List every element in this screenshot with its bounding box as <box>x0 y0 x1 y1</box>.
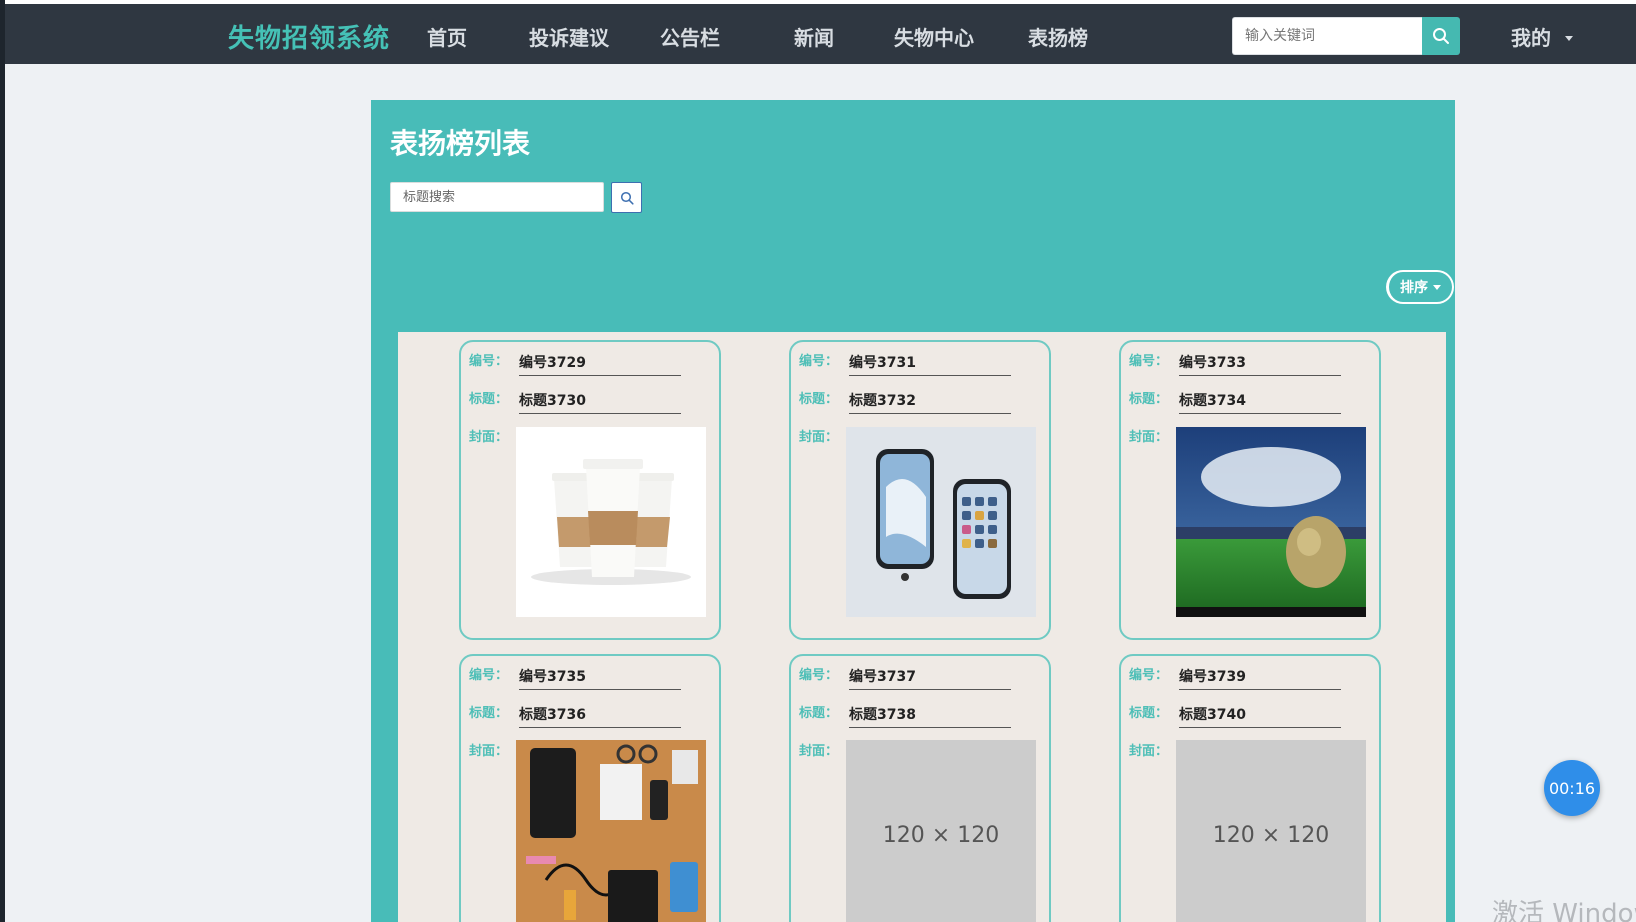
praise-card[interactable]: 编号： 编号3737 标题： 标题3738 封面： 120 × 120 <box>789 654 1051 922</box>
number-label: 编号： <box>799 668 839 683</box>
card-number: 编号3731 <box>849 352 1011 376</box>
praise-card[interactable]: 编号： 编号3729 标题： 标题3730 封面： <box>459 340 721 640</box>
cover-image-placeholder[interactable]: 120 × 120 <box>846 740 1036 922</box>
nav-search-group <box>1232 17 1466 55</box>
card-number: 编号3729 <box>519 352 681 376</box>
card-number-row: 编号： 编号3737 <box>799 664 1011 690</box>
praise-list-panel: 表扬榜列表 排序 编号： 编号3729 标题： 标题3730 封面： <box>371 100 1455 922</box>
cover-label: 封面： <box>1129 744 1169 759</box>
brand-logo[interactable]: 失物招领系统 <box>228 18 390 55</box>
card-number: 编号3733 <box>1179 352 1341 376</box>
card-title: 标题3740 <box>1179 704 1341 728</box>
card-title: 标题3734 <box>1179 390 1341 414</box>
title-search-button[interactable] <box>611 182 642 213</box>
number-label: 编号： <box>799 354 839 369</box>
sort-label: 排序 <box>1400 280 1428 296</box>
cover-label: 封面： <box>469 430 509 445</box>
card-number-row: 编号： 编号3739 <box>1129 664 1341 690</box>
card-cover-row: 封面： <box>469 426 519 445</box>
user-menu[interactable]: 我的 <box>1511 22 1573 51</box>
cover-image-desk-flatlay[interactable] <box>516 740 706 922</box>
card-number: 编号3739 <box>1179 666 1341 690</box>
top-navbar: 失物招领系统 首页 投诉建议 公告栏 新闻 失物中心 表扬榜 我的 <box>5 4 1636 64</box>
title-label: 标题： <box>1129 392 1169 407</box>
title-label: 标题： <box>469 706 509 721</box>
nav-search-button[interactable] <box>1422 17 1460 55</box>
card-cover-row: 封面： <box>1129 426 1179 445</box>
card-cover-row: 封面： <box>469 740 519 759</box>
card-title-row: 标题： 标题3732 <box>799 388 1011 414</box>
placeholder-text: 120 × 120 <box>1176 740 1366 922</box>
card-number-row: 编号： 编号3731 <box>799 350 1011 376</box>
card-cover-row: 封面： <box>799 426 849 445</box>
cover-label: 封面： <box>799 430 839 445</box>
nav-search-input[interactable] <box>1232 17 1422 55</box>
card-number-row: 编号： 编号3735 <box>469 664 681 690</box>
card-grid: 编号： 编号3729 标题： 标题3730 封面： 编号： 编号3731 标题：… <box>398 332 1446 922</box>
caret-down-icon <box>1433 284 1441 290</box>
timer-badge[interactable]: 00:16 <box>1544 760 1600 816</box>
number-label: 编号： <box>1129 668 1169 683</box>
caret-down-icon <box>1565 36 1573 41</box>
card-title-row: 标题： 标题3730 <box>469 388 681 414</box>
cover-image-coffee-cups[interactable] <box>516 427 706 617</box>
nav-lost-center[interactable]: 失物中心 <box>894 22 974 51</box>
user-menu-label: 我的 <box>1511 26 1551 50</box>
cover-label: 封面： <box>469 744 509 759</box>
card-number-row: 编号： 编号3729 <box>469 350 681 376</box>
card-title: 标题3738 <box>849 704 1011 728</box>
title-label: 标题： <box>1129 706 1169 721</box>
number-label: 编号： <box>469 354 509 369</box>
card-title: 标题3736 <box>519 704 681 728</box>
cover-label: 封面： <box>799 744 839 759</box>
praise-card[interactable]: 编号： 编号3733 标题： 标题3734 封面： <box>1119 340 1381 640</box>
praise-card[interactable]: 编号： 编号3731 标题： 标题3732 封面： <box>789 340 1051 640</box>
card-title-row: 标题： 标题3738 <box>799 702 1011 728</box>
nav-bulletin[interactable]: 公告栏 <box>660 22 720 51</box>
cover-image-stadium-ball[interactable] <box>1176 427 1366 617</box>
activation-watermark: 激活 Windows <box>1492 899 1636 922</box>
praise-card[interactable]: 编号： 编号3735 标题： 标题3736 封面： <box>459 654 721 922</box>
sort-dropdown-button[interactable]: 排序 <box>1386 270 1454 304</box>
placeholder-text: 120 × 120 <box>846 740 1036 922</box>
card-number: 编号3737 <box>849 666 1011 690</box>
card-title-row: 标题： 标题3740 <box>1129 702 1341 728</box>
card-title: 标题3730 <box>519 390 681 414</box>
search-icon <box>1433 28 1449 44</box>
praise-card[interactable]: 编号： 编号3739 标题： 标题3740 封面： 120 × 120 <box>1119 654 1381 922</box>
number-label: 编号： <box>469 668 509 683</box>
cover-image-phones[interactable] <box>846 427 1036 617</box>
card-title-row: 标题： 标题3734 <box>1129 388 1341 414</box>
nav-complaints[interactable]: 投诉建议 <box>529 22 609 51</box>
left-edge-strip <box>0 0 5 922</box>
card-number-row: 编号： 编号3733 <box>1129 350 1341 376</box>
card-title: 标题3732 <box>849 390 1011 414</box>
cover-label: 封面： <box>1129 430 1169 445</box>
title-search-input[interactable] <box>390 182 604 212</box>
page-title: 表扬榜列表 <box>390 127 531 160</box>
number-label: 编号： <box>1129 354 1169 369</box>
cover-image-placeholder[interactable]: 120 × 120 <box>1176 740 1366 922</box>
nav-praise-board[interactable]: 表扬榜 <box>1028 22 1088 51</box>
nav-home[interactable]: 首页 <box>427 22 467 51</box>
title-label: 标题： <box>799 392 839 407</box>
card-number: 编号3735 <box>519 666 681 690</box>
title-label: 标题： <box>469 392 509 407</box>
title-label: 标题： <box>799 706 839 721</box>
nav-news[interactable]: 新闻 <box>794 22 834 51</box>
card-cover-row: 封面： <box>799 740 849 759</box>
card-title-row: 标题： 标题3736 <box>469 702 681 728</box>
search-icon <box>620 191 634 205</box>
card-cover-row: 封面： <box>1129 740 1179 759</box>
